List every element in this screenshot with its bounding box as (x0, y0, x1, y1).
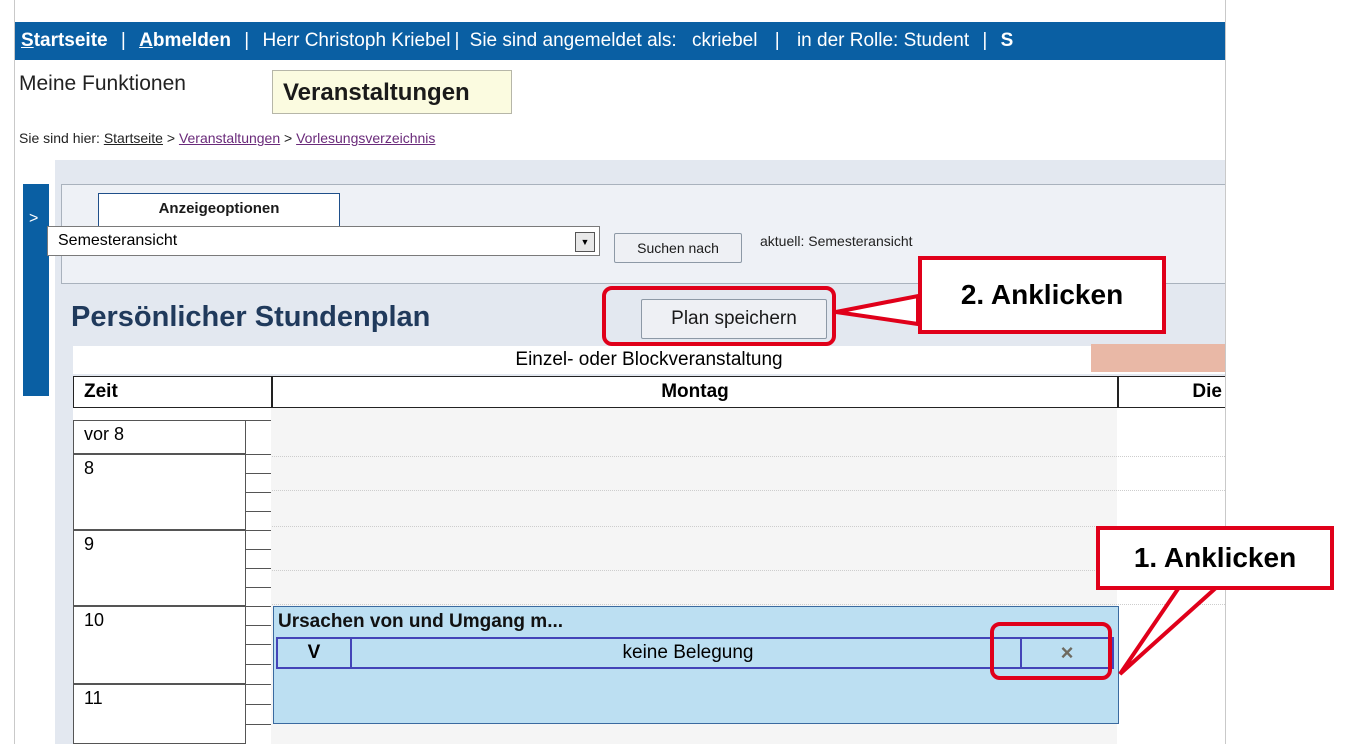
veranstaltungen-button[interactable]: Veranstaltungen (272, 70, 512, 114)
legend-single-block: Einzel- oder Blockveranstaltung (73, 346, 1225, 374)
highlight-remove-icon (990, 622, 1112, 680)
login-info: Sie sind angemeldet als: (469, 30, 677, 51)
user-name: Herr Christoph Kriebel (262, 30, 451, 51)
breadcrumb-veranstaltungen[interactable]: Veranstaltungen (179, 130, 280, 146)
dropdown-arrow-icon[interactable]: ▼ (575, 232, 595, 252)
column-header-dienstag: Die (1117, 376, 1225, 408)
breadcrumb: Sie sind hier: Startseite > Veranstaltun… (19, 130, 436, 146)
time-row-11: 11 (73, 684, 247, 744)
event-title[interactable]: Ursachen von und Umgang m... (278, 611, 563, 633)
search-button[interactable]: Suchen nach (614, 233, 742, 263)
chevron-right-icon: > (29, 210, 39, 227)
time-row-10: 10 (73, 606, 247, 684)
top-navigation-bar: Startseite | Abmelden | Herr Christoph K… (15, 22, 1225, 60)
callout-step-1: 1. Anklicken (1096, 526, 1334, 590)
highlight-save-plan (602, 286, 836, 346)
time-row-vor-8: vor 8 (73, 420, 247, 454)
event-detail-row: V keine Belegung × (276, 637, 1114, 669)
sidebar-toggle[interactable]: > (23, 184, 49, 396)
tab-display-options[interactable]: Anzeigeoptionen (98, 193, 340, 227)
page-title: Persönlicher Stundenplan (71, 301, 431, 333)
home-link[interactable]: Startseite (21, 30, 108, 51)
event-room: keine Belegung (622, 642, 754, 663)
breadcrumb-vorlesungsverzeichnis[interactable]: Vorlesungsverzeichnis (296, 130, 435, 146)
time-row-9: 9 (73, 530, 247, 606)
view-select[interactable]: Semesteransicht ▼ (47, 226, 600, 256)
callout-step-2: 2. Anklicken (918, 256, 1166, 334)
next-link[interactable]: S (1001, 30, 1014, 51)
logout-link[interactable]: Abmelden (139, 30, 231, 51)
column-header-zeit: Zeit (73, 376, 273, 408)
time-row-8: 8 (73, 454, 247, 530)
current-view-text: aktuell: Semesteransicht (760, 233, 913, 249)
username: ckriebel (691, 30, 758, 51)
functions-label: Meine Funktionen (19, 72, 186, 95)
column-header-montag: Montag (271, 376, 1119, 408)
legend-color-swatch (1091, 344, 1225, 372)
role-info: in der Rolle: Student (796, 30, 970, 51)
breadcrumb-startseite[interactable]: Startseite (104, 130, 163, 146)
timetable: Zeit Montag Die vor 8 8 9 10 11 Ursachen… (73, 376, 1225, 744)
event-type: V (278, 639, 352, 667)
